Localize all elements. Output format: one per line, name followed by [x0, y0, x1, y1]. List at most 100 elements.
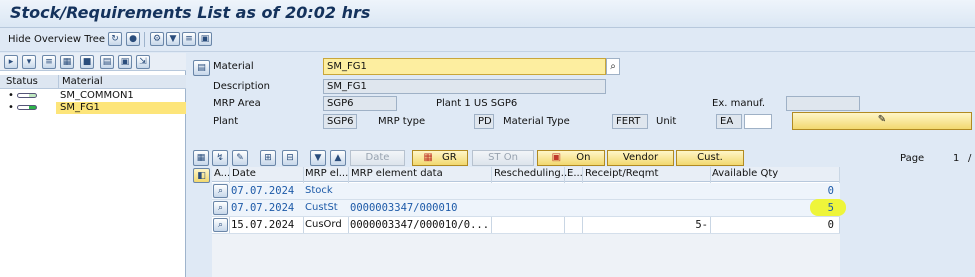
- unit-label: Unit: [656, 116, 677, 127]
- expand-icon[interactable]: ▸: [4, 55, 18, 69]
- divider: [58, 75, 59, 89]
- filter-icon[interactable]: ▼: [166, 32, 180, 46]
- gr-button-label: GR: [441, 152, 457, 163]
- date-button[interactable]: Date: [350, 150, 405, 166]
- col-header-e[interactable]: E...: [567, 167, 583, 181]
- details-icon[interactable]: ⌕: [213, 184, 228, 198]
- refresh-icon[interactable]: ↻: [108, 32, 122, 46]
- ex-manuf-field: [786, 96, 860, 111]
- col-header-receipt-reqmt[interactable]: Receipt/Reqmt: [585, 167, 658, 181]
- search-icon[interactable]: ⌕: [606, 58, 620, 75]
- details-icon[interactable]: ⌕: [213, 218, 228, 232]
- ex-manuf-label: Ex. manuf.: [712, 98, 766, 109]
- tree-icon[interactable]: ≡: [182, 32, 196, 46]
- mrp-type-field: PD: [474, 114, 494, 129]
- st-on-button-label: ST On: [488, 152, 518, 163]
- cell-date: 07.07.2024: [231, 185, 295, 197]
- cell-available-qty: 0: [827, 185, 834, 197]
- unit-field: EA: [716, 114, 742, 129]
- cust-button-label: Cust.: [697, 152, 723, 163]
- tree-row-material: SM_COMMON1: [60, 90, 134, 101]
- bullet-icon: •: [8, 90, 14, 101]
- col-header-available-qty[interactable]: Available Qty: [712, 167, 778, 181]
- mrp-area-field: SGP6: [323, 96, 397, 111]
- mrp-area-label: MRP Area: [213, 98, 261, 109]
- page-label: Page: [900, 153, 925, 164]
- stock-requirements-grid: A... Date MRP el... MRP element data Res…: [212, 167, 846, 277]
- page-title: Stock/Requirements List as of 20:02 hrs: [10, 3, 371, 22]
- col-header-rescheduling[interactable]: Rescheduling...: [494, 167, 570, 181]
- cell-mrp-element: Stock: [305, 185, 333, 196]
- list-icon[interactable]: ≡: [42, 55, 56, 69]
- tree-row[interactable]: • SM_FG1: [0, 102, 186, 114]
- status-light-icon: [17, 93, 37, 98]
- material-column-header[interactable]: Material: [62, 76, 103, 87]
- cell-mrp-element: CusOrd: [305, 219, 342, 230]
- on-button[interactable]: ▣ On: [537, 150, 605, 166]
- material-type-label: Material Type: [503, 116, 570, 127]
- details-icon[interactable]: ⌕: [213, 201, 228, 215]
- vendor-button-label: Vendor: [622, 152, 659, 163]
- page-separator: /: [968, 153, 972, 164]
- cell-mrp-element: CustSt: [305, 202, 338, 213]
- print-icon[interactable]: ▣: [198, 32, 212, 46]
- settings-icon[interactable]: ⚙: [150, 32, 164, 46]
- grid-corner-icon[interactable]: ◧: [193, 168, 210, 183]
- col-header-a[interactable]: A...: [214, 167, 230, 181]
- pencil-icon[interactable]: ✎: [232, 150, 248, 166]
- gr-button[interactable]: ▦ GR: [412, 150, 468, 166]
- cell-available-qty: 5: [827, 202, 834, 214]
- export-icon[interactable]: ⇲: [136, 55, 150, 69]
- hide-overview-tree-button[interactable]: Hide Overview Tree: [8, 30, 105, 50]
- plant-field: SGP6: [323, 114, 357, 129]
- col-header-mrp-el[interactable]: MRP el...: [305, 167, 348, 181]
- status-column-header[interactable]: Status: [6, 76, 38, 87]
- col-header-mrp-element-data[interactable]: MRP element data: [351, 167, 443, 181]
- cell-date: 07.07.2024: [231, 202, 295, 214]
- cell-mrp-element-data: 0000003347/000010: [350, 202, 458, 214]
- sort-down-icon[interactable]: ▼: [310, 150, 326, 166]
- unit-extra-field[interactable]: [744, 114, 772, 129]
- material-label: Material: [213, 61, 254, 72]
- st-on-button[interactable]: ST On: [472, 150, 534, 166]
- description-field: SM_FG1: [323, 79, 606, 94]
- vendor-button[interactable]: Vendor: [607, 150, 674, 166]
- tree-column-header: Status Material: [0, 75, 186, 89]
- cell-mrp-element-data: 0000003347/000010/0...: [350, 219, 490, 231]
- columns-icon[interactable]: ▦: [60, 55, 74, 69]
- mrp-area-description: Plant 1 US SGP6: [436, 98, 518, 109]
- material-input[interactable]: SM_FG1: [323, 58, 606, 75]
- on-button-label: On: [576, 152, 591, 163]
- cell-available-qty: 0: [827, 219, 834, 231]
- cust-button[interactable]: Cust.: [676, 150, 744, 166]
- status-icon[interactable]: ■: [80, 55, 94, 69]
- collapse-icon[interactable]: ▾: [22, 55, 36, 69]
- page-number: 1: [953, 153, 960, 164]
- edit-header-button[interactable]: ✎: [792, 112, 972, 130]
- grid-empty-area: [212, 234, 840, 277]
- edit-icon: ✎: [877, 114, 887, 125]
- col-header-date[interactable]: Date: [232, 167, 256, 181]
- header-details-icon[interactable]: ▤: [193, 60, 210, 76]
- table-icon[interactable]: ▤: [100, 55, 114, 69]
- overview-tree-panel: ▸ ▾ ≡ ▦ ■ ▤ ▣ ⇲ Status Material • SM_COM…: [0, 53, 186, 277]
- separator: [144, 32, 145, 47]
- expand-all-icon[interactable]: ⊞: [260, 150, 276, 166]
- print-icon[interactable]: ▣: [118, 55, 132, 69]
- date-button-label: Date: [365, 152, 390, 163]
- sort-up-icon[interactable]: ▲: [330, 150, 346, 166]
- plant-label: Plant: [213, 116, 239, 127]
- status-light-icon: [17, 105, 37, 110]
- title-bar: Stock/Requirements List as of 20:02 hrs: [0, 0, 975, 28]
- cell-date: 15.07.2024: [231, 219, 295, 231]
- tree-toolbar: ▸ ▾ ≡ ▦ ■ ▤ ▣ ⇲: [0, 53, 186, 71]
- layout-icon[interactable]: ▦: [193, 150, 209, 166]
- description-label: Description: [213, 81, 270, 92]
- tree-row-material: SM_FG1: [60, 102, 100, 113]
- collapse-all-icon[interactable]: ⊟: [282, 150, 298, 166]
- material-type-field: FERT: [612, 114, 648, 129]
- tree-row[interactable]: • SM_COMMON1: [0, 90, 186, 102]
- user-icon[interactable]: ●: [126, 32, 140, 46]
- navigate-icon[interactable]: ↯: [212, 150, 228, 166]
- application-toolbar: Hide Overview Tree ↻ ● ⚙ ▼ ≡ ▣: [0, 28, 975, 52]
